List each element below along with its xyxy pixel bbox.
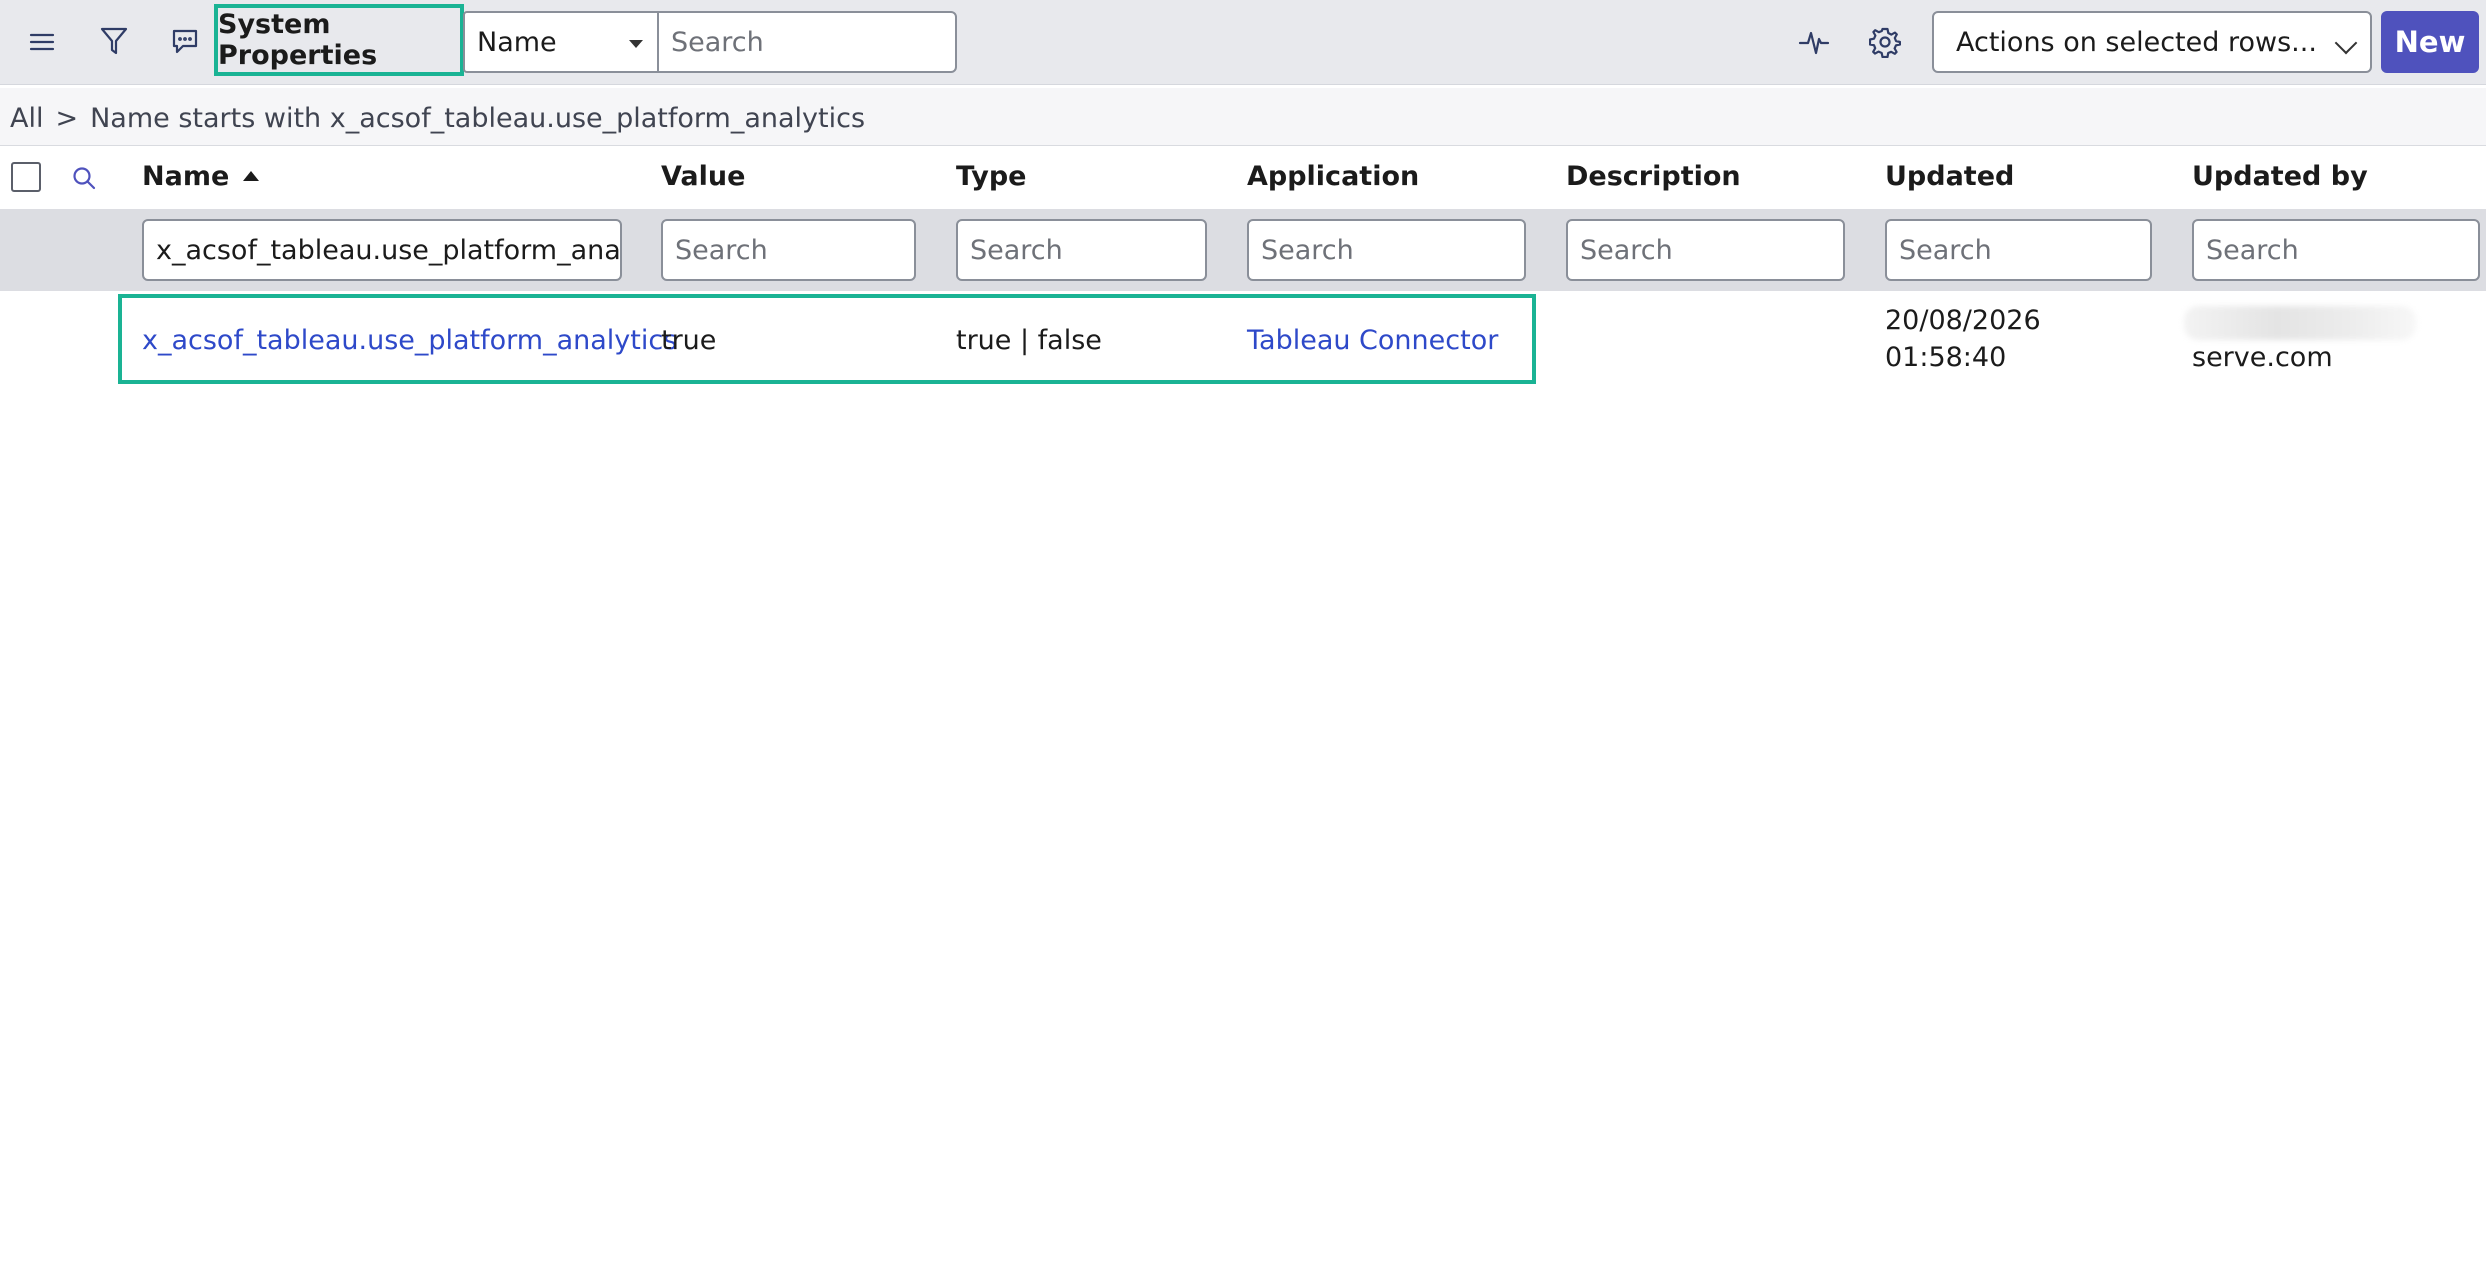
list-search-input[interactable]: Search	[657, 11, 957, 73]
chevron-down-icon	[2334, 31, 2358, 55]
breadcrumb-condition[interactable]: Name starts with x_acsof_tableau.use_pla…	[90, 103, 865, 134]
sort-ascending-icon[interactable]	[243, 171, 260, 181]
search-field-select[interactable]: Name	[463, 11, 659, 73]
new-button[interactable]: New	[2381, 11, 2479, 73]
caret-down-icon	[629, 40, 643, 48]
row-updated-by: serve.com	[2192, 341, 2333, 373]
application-filter-input[interactable]: Search	[1247, 219, 1526, 281]
filter-icon[interactable]	[92, 19, 136, 63]
updated-by-filter-input[interactable]: Search	[2192, 219, 2480, 281]
column-header-updated[interactable]: Updated	[1885, 156, 2014, 196]
value-filter-input[interactable]: Search	[661, 219, 916, 281]
breadcrumb-root[interactable]: All	[10, 103, 43, 134]
search-field-select-value: Name	[477, 26, 557, 58]
list-title[interactable]: System Properties	[214, 4, 464, 76]
column-header-name-label: Name	[142, 160, 230, 192]
column-header-updated-by[interactable]: Updated by	[2192, 156, 2368, 196]
updated-filter-input[interactable]: Search	[1885, 219, 2152, 281]
column-header-type[interactable]: Type	[956, 156, 1026, 196]
redacted-username	[2184, 306, 2416, 340]
select-all-checkbox[interactable]	[11, 162, 41, 192]
breadcrumb-separator: >	[55, 102, 79, 134]
column-header-description[interactable]: Description	[1566, 156, 1741, 196]
actions-on-selected-rows-select[interactable]: Actions on selected rows...	[1932, 11, 2372, 73]
column-header-value[interactable]: Value	[661, 156, 745, 196]
row-highlight-box	[118, 294, 1536, 384]
row-updated-date: 20/08/2026	[1885, 304, 2041, 336]
column-header-name[interactable]: Name	[142, 156, 260, 196]
name-filter-input[interactable]: x_acsof_tableau.use_platform_analyt	[142, 219, 622, 281]
search-icon[interactable]	[64, 156, 104, 200]
column-header-application[interactable]: Application	[1247, 156, 1419, 196]
description-filter-input[interactable]: Search	[1566, 219, 1845, 281]
gear-icon[interactable]	[1863, 20, 1907, 64]
chat-bubble-icon[interactable]	[163, 19, 207, 63]
hamburger-menu-icon[interactable]	[20, 20, 64, 64]
activity-pulse-icon[interactable]	[1792, 20, 1836, 64]
type-filter-input[interactable]: Search	[956, 219, 1207, 281]
breadcrumb: All > Name starts with x_acsof_tableau.u…	[10, 98, 865, 138]
actions-select-label: Actions on selected rows...	[1956, 26, 2317, 58]
row-updated-time: 01:58:40	[1885, 341, 2007, 373]
